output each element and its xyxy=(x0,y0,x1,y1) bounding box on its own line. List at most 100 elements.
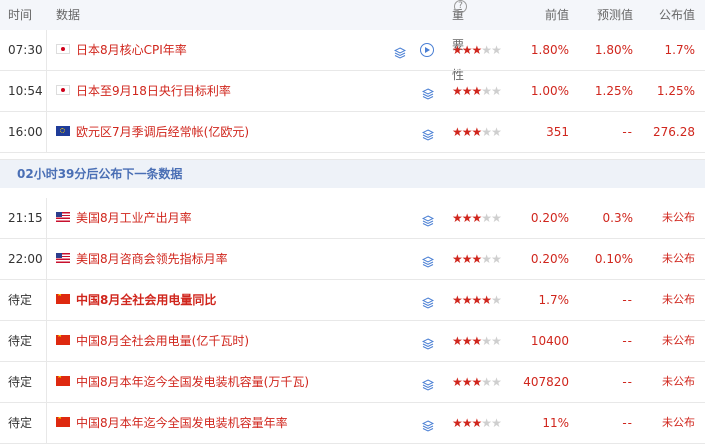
table-row[interactable]: 待定中国8月本年迄今全国发电装机容量(万千瓦)★★★★★407820--未公布 xyxy=(0,362,705,403)
star-icon: ★ xyxy=(461,416,473,430)
row-time: 07:30 xyxy=(8,43,43,57)
star-icon: ★ xyxy=(481,416,492,430)
next-release-notice: 02小时39分后公布下一条数据 xyxy=(0,159,705,188)
indicator-name-link[interactable]: 中国8月本年迄今全国发电装机容量年率 xyxy=(76,403,288,443)
star-icon: ★ xyxy=(491,252,502,266)
row-time: 21:15 xyxy=(8,211,43,225)
flag-cn-icon xyxy=(56,417,70,427)
indicator-name-link[interactable]: 美国8月咨商会领先指标月率 xyxy=(76,239,228,279)
forecast-value: 0.10% xyxy=(594,252,633,266)
flag-cn-icon xyxy=(56,376,70,386)
indicator-name-link[interactable]: 日本8月核心CPI年率 xyxy=(76,30,187,70)
star-icon: ★ xyxy=(471,84,483,98)
star-icon: ★ xyxy=(452,416,463,430)
economic-calendar-table: 时间 数据 重要性? 前值 预测值 公布值 07:30 日本8月核心CPI年率 ★★… xyxy=(0,0,705,444)
star-icon: ★ xyxy=(491,211,502,225)
table-row[interactable]: 待定中国8月本年迄今全国发电装机容量年率★★★★★11%--未公布 xyxy=(0,403,705,444)
star-icon: ★ xyxy=(452,293,463,307)
indicator-name-link[interactable]: 美国8月工业产出月率 xyxy=(76,198,192,238)
star-icon: ★ xyxy=(471,252,483,266)
row-divider xyxy=(46,112,47,152)
actual-value: 未公布 xyxy=(662,211,695,224)
importance-stars: ★★★★★ xyxy=(452,30,502,70)
layers-icon[interactable] xyxy=(421,294,435,309)
forecast-value: -- xyxy=(622,125,633,139)
indicator-name-link[interactable]: 中国8月本年迄今全国发电装机容量(万千瓦) xyxy=(76,362,309,402)
star-icon: ★ xyxy=(452,375,463,389)
star-icon: ★ xyxy=(491,43,502,57)
header-data: 数据 xyxy=(56,8,81,22)
actual-value: 未公布 xyxy=(662,416,695,429)
star-icon: ★ xyxy=(452,211,463,225)
flag-jp-icon xyxy=(56,85,70,95)
forecast-value: 1.80% xyxy=(594,43,633,57)
indicator-name-link[interactable]: 日本至9月18日央行目标利率 xyxy=(76,71,231,111)
importance-stars: ★★★★★ xyxy=(452,403,502,443)
star-icon: ★ xyxy=(461,334,473,348)
indicator-name-link[interactable]: 中国8月全社会用电量(亿千瓦时) xyxy=(76,321,249,361)
star-icon: ★ xyxy=(481,334,492,348)
previous-value: 407820 xyxy=(523,375,569,389)
forecast-value: -- xyxy=(622,334,633,348)
row-time: 16:00 xyxy=(8,125,43,139)
previous-value: 0.20% xyxy=(530,211,569,225)
star-icon: ★ xyxy=(461,252,473,266)
layers-icon[interactable] xyxy=(421,85,435,100)
forecast-value: -- xyxy=(622,416,633,430)
forecast-value: -- xyxy=(622,293,633,307)
row-divider xyxy=(46,321,47,361)
importance-stars: ★★★★★ xyxy=(452,198,502,238)
play-icon[interactable] xyxy=(420,43,434,57)
layers-icon[interactable] xyxy=(421,417,435,432)
table-row[interactable]: 22:00 美国8月咨商会领先指标月率 ★★★★★ 0.20% 0.10% 未公布 xyxy=(0,239,705,280)
star-icon: ★ xyxy=(461,43,473,57)
row-divider xyxy=(46,403,47,443)
next-release-text: 02小时39分后公布下一条数据 xyxy=(17,167,183,181)
layers-icon[interactable] xyxy=(421,376,435,391)
previous-value: 1.00% xyxy=(530,84,569,98)
help-icon[interactable]: ? xyxy=(454,0,467,13)
layers-icon[interactable] xyxy=(421,335,435,350)
star-icon: ★ xyxy=(461,293,473,307)
table-row[interactable]: 待定中国8月全社会用电量同比★★★★★1.7%--未公布 xyxy=(0,280,705,321)
row-divider xyxy=(46,198,47,238)
flag-cn-icon xyxy=(56,335,70,345)
row-time: 待定 xyxy=(8,375,33,389)
star-icon: ★ xyxy=(452,252,463,266)
star-icon: ★ xyxy=(471,293,483,307)
layers-icon[interactable] xyxy=(421,253,435,268)
actual-value: 276.28 xyxy=(653,125,695,139)
indicator-name-link[interactable]: 中国8月全社会用电量同比 xyxy=(76,280,216,320)
actual-value: 未公布 xyxy=(662,252,695,265)
star-icon: ★ xyxy=(481,43,492,57)
star-icon: ★ xyxy=(491,293,502,307)
layers-icon[interactable] xyxy=(421,212,435,227)
star-icon: ★ xyxy=(481,211,492,225)
star-icon: ★ xyxy=(452,84,463,98)
importance-stars: ★★★★★ xyxy=(452,71,502,111)
table-row[interactable]: 10:54 日本至9月18日央行目标利率 ★★★★★ 1.00% 1.25% 1.25% xyxy=(0,71,705,112)
row-time: 待定 xyxy=(8,416,33,430)
row-time: 10:54 xyxy=(8,84,43,98)
star-icon: ★ xyxy=(491,84,502,98)
forecast-value: 1.25% xyxy=(594,84,633,98)
rows-upcoming: 21:15 美国8月工业产出月率 ★★★★★ 0.20% 0.3% 未公布 22:00 美国8… xyxy=(0,198,705,444)
table-row[interactable]: 07:30 日本8月核心CPI年率 ★★★★★ 1.80% 1.80% 1.7% xyxy=(0,30,705,71)
layers-icon[interactable] xyxy=(393,44,407,59)
indicator-name-link[interactable]: 欧元区7月季调后经常帐(亿欧元) xyxy=(76,112,249,152)
star-icon: ★ xyxy=(461,125,473,139)
star-icon: ★ xyxy=(461,211,473,225)
previous-value: 0.20% xyxy=(530,252,569,266)
table-row[interactable]: 21:15 美国8月工业产出月率 ★★★★★ 0.20% 0.3% 未公布 xyxy=(0,198,705,239)
table-row[interactable]: 待定中国8月全社会用电量(亿千瓦时)★★★★★10400--未公布 xyxy=(0,321,705,362)
row-divider xyxy=(46,362,47,402)
star-icon: ★ xyxy=(471,416,483,430)
table-row[interactable]: 16:00 欧元区7月季调后经常帐(亿欧元) ★★★★★ 351 -- 276.28 xyxy=(0,112,705,153)
layers-icon[interactable] xyxy=(421,126,435,141)
star-icon: ★ xyxy=(491,125,502,139)
previous-value: 1.80% xyxy=(530,43,569,57)
flag-us-icon xyxy=(56,212,70,222)
importance-stars: ★★★★★ xyxy=(452,112,502,152)
star-icon: ★ xyxy=(491,375,502,389)
actual-value: 1.7% xyxy=(664,43,696,57)
